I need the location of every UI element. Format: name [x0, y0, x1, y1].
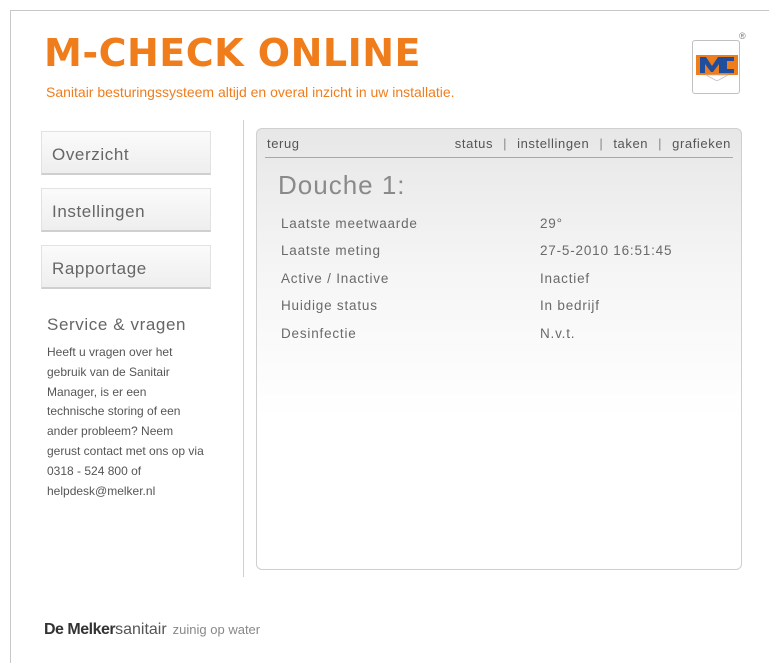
nav-separator: |	[599, 136, 604, 151]
detail-label: Laatste meetwaarde	[281, 216, 418, 231]
service-heading: Service & vragen	[47, 315, 187, 334]
tab-grafieken[interactable]: grafieken	[672, 136, 731, 151]
detail-value: 29°	[540, 216, 563, 231]
logo-icon	[696, 55, 738, 81]
detail-value: N.v.t.	[540, 326, 576, 341]
nav-separator: |	[658, 136, 663, 151]
sidebar-item-label: Overzicht	[52, 145, 130, 164]
footer-tagline: zuinig op water	[172, 622, 261, 637]
sidebar-item-overzicht[interactable]: Overzicht	[41, 131, 211, 175]
footer-brand-light: sanitair	[115, 621, 167, 638]
detail-row: Laatste meetwaarde 29°	[281, 216, 721, 236]
back-link[interactable]: terug	[267, 136, 300, 151]
registered-mark: ®	[739, 31, 746, 41]
app-subtitle: Sanitair besturingssysteem altijd en ove…	[46, 84, 455, 100]
detail-label: Laatste meting	[281, 243, 381, 258]
detail-value: 27-5-2010 16:51:45	[540, 243, 673, 258]
company-logo	[692, 40, 740, 94]
tab-instellingen[interactable]: instellingen	[517, 136, 589, 151]
detail-row: Laatste meting 27-5-2010 16:51:45	[281, 243, 721, 263]
detail-row: Huidige status In bedrijf	[281, 298, 721, 318]
detail-panel: terug status | instellingen | taken | grafieke…	[256, 128, 742, 570]
detail-label: Active / Inactive	[281, 271, 390, 286]
panel-nav-links: status | instellingen | taken | grafieken	[455, 136, 731, 151]
tab-taken[interactable]: taken	[613, 136, 648, 151]
panel-nav: terug status | instellingen | taken | grafieke…	[265, 129, 733, 158]
footer-brand-bold: De Melker	[44, 621, 116, 638]
detail-value: Inactief	[540, 271, 590, 286]
footer-brand: De Melkersanitair zuinig op water	[44, 622, 260, 638]
sidebar-item-label: Rapportage	[52, 259, 147, 278]
nav-separator: |	[503, 136, 508, 151]
service-text: Heeft u vragen over het gebruik van de S…	[47, 345, 204, 498]
detail-row: Active / Inactive Inactief	[281, 271, 721, 291]
detail-row: Desinfectie N.v.t.	[281, 326, 721, 346]
tab-status[interactable]: status	[455, 136, 493, 151]
detail-label: Desinfectie	[281, 326, 357, 341]
detail-value: In bedrijf	[540, 298, 600, 313]
sidebar-item-instellingen[interactable]: Instellingen	[41, 188, 211, 232]
app-title: M-CHECK ONLINE	[44, 31, 422, 75]
sidebar-item-label: Instellingen	[52, 202, 146, 221]
sidebar-item-rapportage[interactable]: Rapportage	[41, 245, 211, 289]
detail-label: Huidige status	[281, 298, 378, 313]
column-divider	[243, 120, 244, 577]
panel-title: Douche 1:	[278, 170, 406, 200]
